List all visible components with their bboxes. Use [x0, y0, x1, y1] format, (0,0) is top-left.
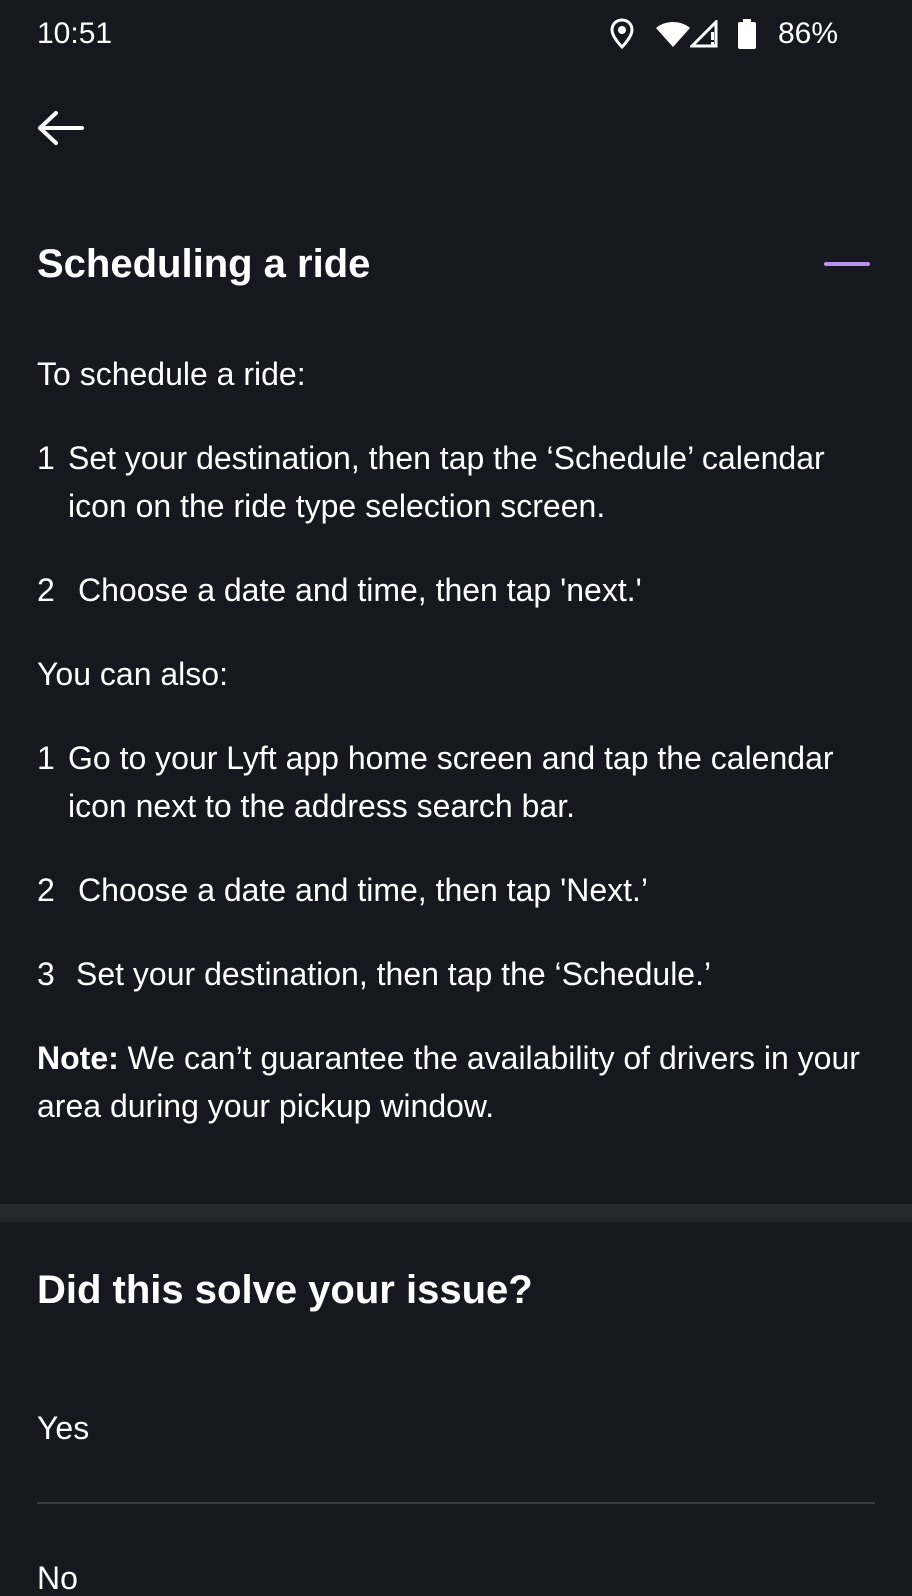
- step-item: 2 Choose a date and time, then tap 'next…: [37, 566, 887, 614]
- step-item: 3 Set your destination, then tap the ‘Sc…: [37, 950, 887, 998]
- arrow-left-icon: [36, 110, 84, 151]
- step-item: 2 Choose a date and time, then tap 'Next…: [37, 866, 887, 914]
- wifi-icon: [655, 20, 691, 53]
- minus-icon: [824, 262, 870, 266]
- step-item: 1 Set your destination, then tap the ‘Sc…: [37, 434, 887, 530]
- step-text: Go to your Lyft app home screen and tap …: [68, 740, 834, 824]
- intro-text: To schedule a ride:: [37, 356, 306, 392]
- status-time: 10:51: [37, 17, 113, 50]
- article-title: Scheduling a ride: [37, 242, 371, 286]
- step-text: Choose a date and time, then tap 'next.': [78, 572, 642, 608]
- step-number: 2: [37, 872, 55, 908]
- feedback-option-label: No: [37, 1559, 78, 1596]
- note-label: Note:: [37, 1040, 119, 1076]
- step-text: Set your destination, then tap the ‘Sche…: [76, 956, 712, 992]
- back-button[interactable]: [30, 106, 90, 154]
- feedback-title: Did this solve your issue?: [37, 1268, 533, 1312]
- step-text: Choose a date and time, then tap 'Next.’: [78, 872, 649, 908]
- option-divider: [37, 1502, 875, 1504]
- step-number: 2: [37, 572, 55, 608]
- step-number: 1: [37, 440, 55, 476]
- feedback-option-label: Yes: [37, 1409, 90, 1446]
- collapse-button[interactable]: [822, 252, 872, 276]
- battery-icon: [737, 18, 757, 55]
- note-text: We can’t guarantee the availability of d…: [37, 1040, 860, 1124]
- section-divider: [0, 1204, 912, 1222]
- feedback-no-option[interactable]: No: [37, 1542, 875, 1596]
- step-item: 1 Go to your Lyft app home screen and ta…: [37, 734, 887, 830]
- battery-percentage: 86%: [778, 17, 839, 50]
- status-bar: 10:51 86%: [0, 0, 912, 70]
- location-icon: [610, 18, 634, 55]
- cellular-signal-icon: [688, 18, 722, 53]
- step-number: 1: [37, 740, 55, 776]
- article-body: To schedule a ride: 1 Set your destinati…: [37, 350, 887, 1166]
- step-text: Set your destination, then tap the ‘Sche…: [68, 440, 825, 524]
- step-number: 3: [37, 956, 55, 992]
- feedback-yes-option[interactable]: Yes: [37, 1392, 875, 1464]
- note-paragraph: Note: We can’t guarantee the availabilit…: [37, 1034, 887, 1130]
- also-intro-text: You can also:: [37, 656, 228, 692]
